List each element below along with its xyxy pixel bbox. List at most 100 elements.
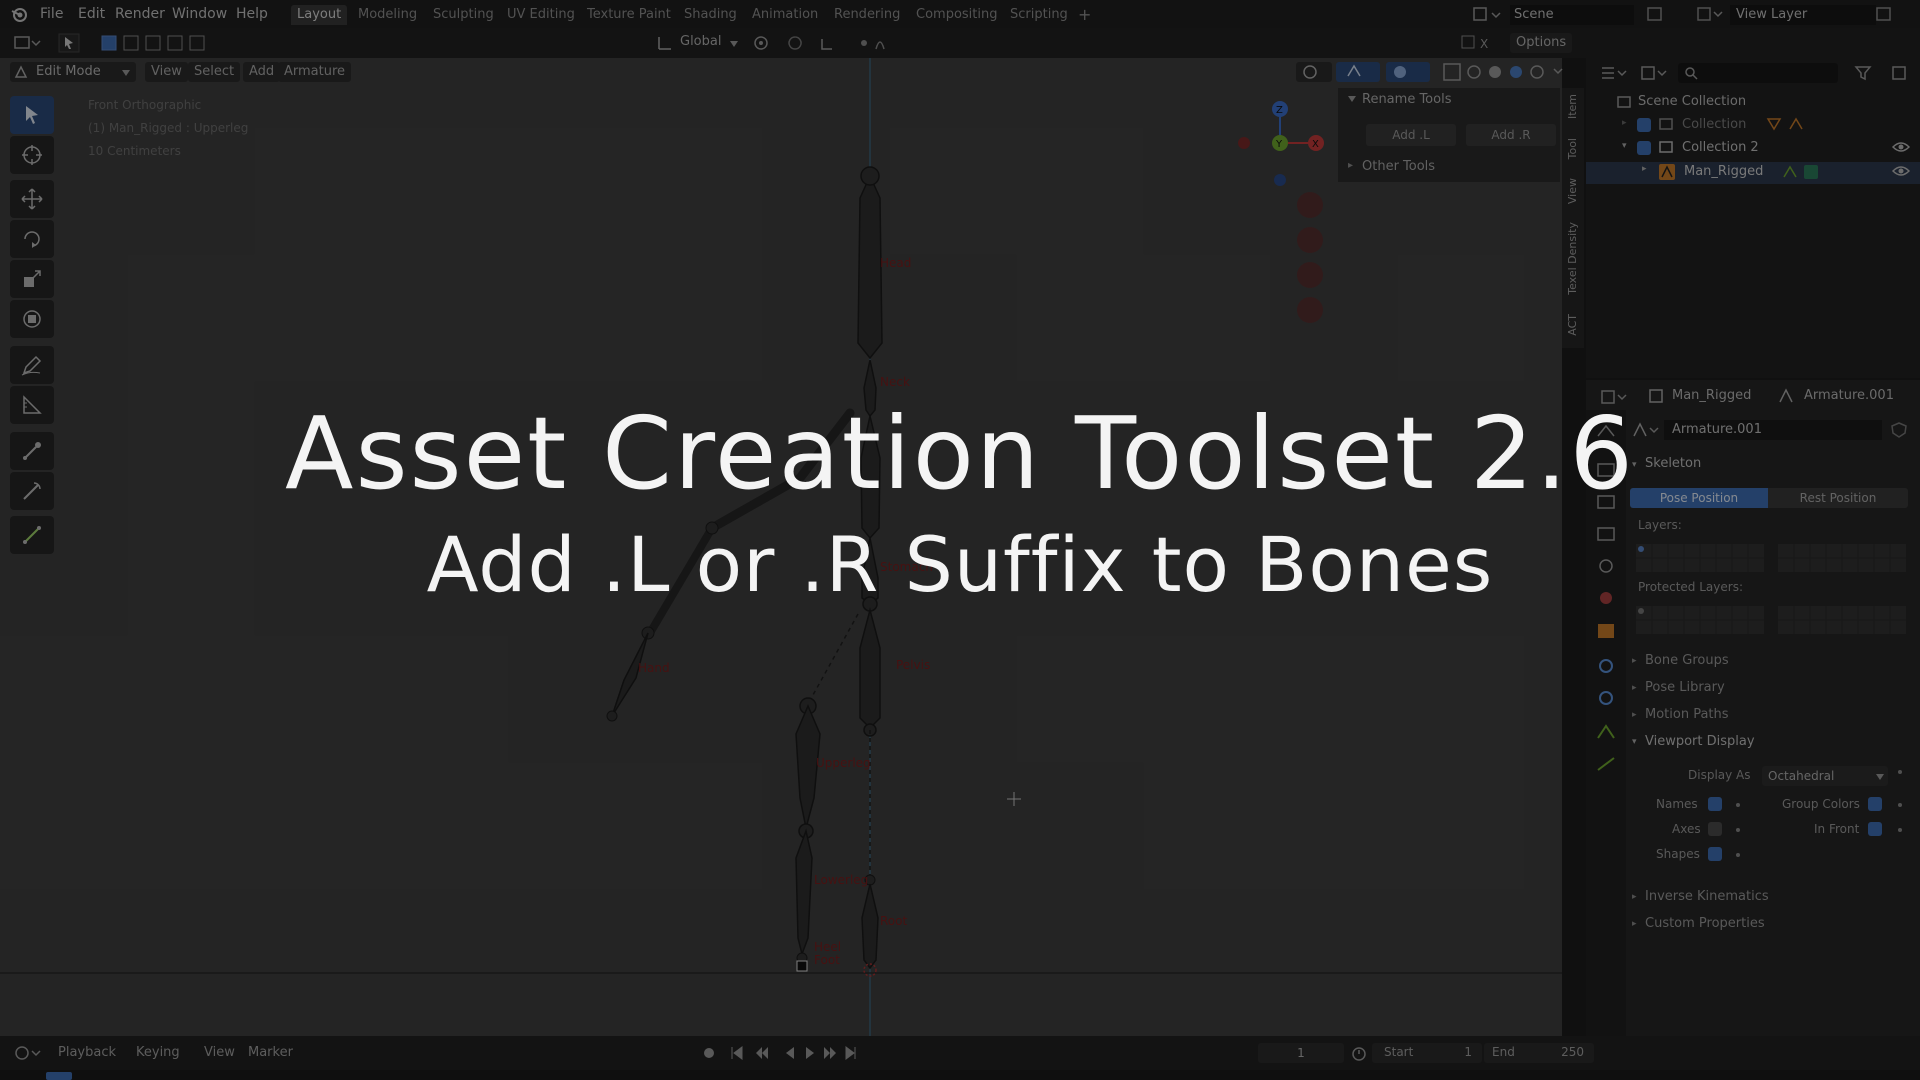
menu-window[interactable]: Window — [172, 6, 227, 22]
filter-icon[interactable] — [1854, 64, 1884, 82]
gizmo-neg-x-handle[interactable] — [1238, 137, 1250, 149]
eye-icon[interactable] — [1892, 140, 1910, 154]
options-button[interactable]: Options — [1510, 33, 1573, 53]
expand-arrow-icon[interactable]: ▸ — [1632, 919, 1637, 929]
other-tools-title[interactable]: Other Tools — [1362, 159, 1435, 174]
bone-groups-panel-title[interactable]: Bone Groups — [1645, 653, 1729, 668]
current-frame-field[interactable]: 1 — [1258, 1043, 1344, 1063]
tab-compositing[interactable]: Compositing — [910, 5, 1004, 25]
navigation-gizmo[interactable]: Z X Y — [1230, 95, 1340, 325]
rename-tools-title[interactable]: Rename Tools — [1362, 92, 1451, 107]
expand-arrow-icon[interactable]: ▸ — [1632, 892, 1637, 902]
custom-properties-panel-title[interactable]: Custom Properties — [1645, 916, 1765, 931]
expand-arrow-icon[interactable]: ▸ — [1622, 118, 1627, 128]
bone-foot[interactable] — [796, 960, 808, 972]
timeline-scrubber[interactable] — [0, 1070, 1920, 1080]
expand-arrow-icon[interactable]: ▾ — [1622, 141, 1627, 151]
mirror-axis-icon[interactable]: X — [1460, 34, 1490, 52]
tab-uv-editing[interactable]: UV Editing — [501, 5, 581, 25]
expand-arrow-icon[interactable]: ▸ — [1632, 683, 1637, 693]
menu-file[interactable]: File — [40, 6, 63, 22]
menu-edit[interactable]: Edit — [78, 6, 105, 22]
expand-arrow-icon[interactable]: ▸ — [1632, 710, 1637, 720]
start-frame-field[interactable]: Start 1 — [1372, 1043, 1482, 1063]
tab-rendering[interactable]: Rendering — [828, 5, 906, 25]
timeline-editor-type-icon[interactable] — [14, 1044, 44, 1062]
menu-render[interactable]: Render — [115, 6, 165, 22]
keyframe-dot-icon[interactable] — [1898, 828, 1902, 832]
expand-arrow-icon[interactable]: ▸ — [1642, 164, 1647, 174]
timeline-keying-menu[interactable]: Keying — [136, 1045, 180, 1060]
select-tool-icon[interactable] — [58, 33, 80, 53]
panel-expand-icon[interactable] — [1348, 96, 1356, 102]
collection-visibility-checkbox[interactable] — [1637, 118, 1651, 132]
keyframe-dot-icon[interactable] — [1736, 828, 1740, 832]
blender-logo-icon[interactable] — [10, 5, 28, 23]
display-as-dropdown[interactable]: Octahedral — [1762, 766, 1888, 786]
editor-type-icon[interactable] — [14, 34, 42, 52]
motion-paths-panel-title[interactable]: Motion Paths — [1645, 707, 1729, 722]
view-layer-icon[interactable] — [1695, 4, 1725, 24]
keyframe-dot-icon[interactable] — [1736, 853, 1740, 857]
playback-controls[interactable] — [698, 1044, 858, 1062]
tab-texture-paint[interactable]: Texture Paint — [581, 5, 677, 25]
group-colors-checkbox[interactable] — [1868, 797, 1882, 811]
tab-act[interactable]: ACT — [1566, 314, 1579, 336]
tab-sculpting[interactable]: Sculpting — [427, 5, 500, 25]
tab-scripting[interactable]: Scripting — [1004, 5, 1074, 25]
new-scene-icon[interactable] — [1645, 4, 1665, 24]
panel-collapsed-icon[interactable]: ▸ — [1348, 160, 1353, 171]
new-view-layer-icon[interactable] — [1874, 4, 1894, 24]
add-l-button[interactable]: Add .L — [1366, 124, 1456, 146]
transform-orientation-label[interactable]: Global — [680, 34, 721, 49]
tab-texel-density[interactable]: Texel Density — [1566, 222, 1579, 295]
end-frame-field[interactable]: End 250 — [1484, 1043, 1594, 1063]
zoom-icon[interactable] — [1297, 192, 1323, 218]
bone-head-tail-joint[interactable] — [860, 166, 880, 186]
shapes-checkbox[interactable] — [1708, 847, 1722, 861]
inverse-kinematics-panel-title[interactable]: Inverse Kinematics — [1645, 889, 1769, 904]
tab-tool[interactable]: Tool — [1566, 138, 1579, 159]
selection-mode-icons[interactable] — [100, 34, 210, 52]
tab-view[interactable]: View — [1566, 178, 1579, 204]
keyframe-dot-icon[interactable] — [1898, 803, 1902, 807]
collection-label[interactable]: Collection — [1682, 117, 1746, 132]
joint[interactable] — [606, 710, 618, 722]
transform-orientation-icon[interactable] — [656, 34, 674, 52]
bone-pelvis[interactable] — [859, 607, 881, 730]
axes-checkbox[interactable] — [1708, 822, 1722, 836]
pivot-snap-proportional-icons[interactable] — [752, 33, 892, 53]
add-r-button[interactable]: Add .R — [1466, 124, 1556, 146]
pan-hand-icon[interactable] — [1297, 227, 1323, 253]
bone-root[interactable] — [861, 883, 879, 970]
tab-layout[interactable]: Layout — [291, 5, 348, 25]
scene-field[interactable]: Scene — [1510, 5, 1634, 25]
tab-animation[interactable]: Animation — [746, 5, 824, 25]
gizmo-neg-z-handle[interactable] — [1274, 174, 1286, 186]
ortho-grid-icon[interactable] — [1297, 297, 1323, 323]
view-layer-field[interactable]: View Layer — [1730, 5, 1876, 25]
expand-arrow-icon[interactable]: ▾ — [1632, 737, 1637, 747]
display-mode-icon[interactable] — [1640, 64, 1670, 82]
menu-help[interactable]: Help — [236, 6, 268, 22]
tab-item[interactable]: Item — [1566, 94, 1579, 119]
timeline-marker-menu[interactable]: Marker — [248, 1045, 293, 1060]
collection2-label[interactable]: Collection 2 — [1682, 140, 1759, 155]
collection2-visibility-checkbox[interactable] — [1637, 141, 1651, 155]
playhead[interactable] — [46, 1072, 72, 1080]
bone-lowerleg[interactable] — [795, 828, 813, 957]
names-checkbox[interactable] — [1708, 797, 1722, 811]
pose-library-panel-title[interactable]: Pose Library — [1645, 680, 1725, 695]
add-workspace-button[interactable]: + — [1072, 5, 1097, 25]
eye-icon[interactable] — [1892, 164, 1910, 178]
viewport-display-panel-title[interactable]: Viewport Display — [1645, 734, 1755, 749]
tab-shading[interactable]: Shading — [678, 5, 743, 25]
scene-collection-label[interactable]: Scene Collection — [1638, 94, 1746, 109]
tab-modeling[interactable]: Modeling — [352, 5, 423, 25]
protected-layers-grid[interactable] — [1636, 606, 1910, 636]
timeline-view-menu[interactable]: View — [204, 1045, 235, 1060]
timeline-playback-menu[interactable]: Playback — [58, 1045, 116, 1060]
stopwatch-icon[interactable] — [1350, 1044, 1368, 1062]
expand-arrow-icon[interactable]: ▸ — [1632, 656, 1637, 666]
outliner-editor-type-icon[interactable] — [1600, 64, 1630, 82]
